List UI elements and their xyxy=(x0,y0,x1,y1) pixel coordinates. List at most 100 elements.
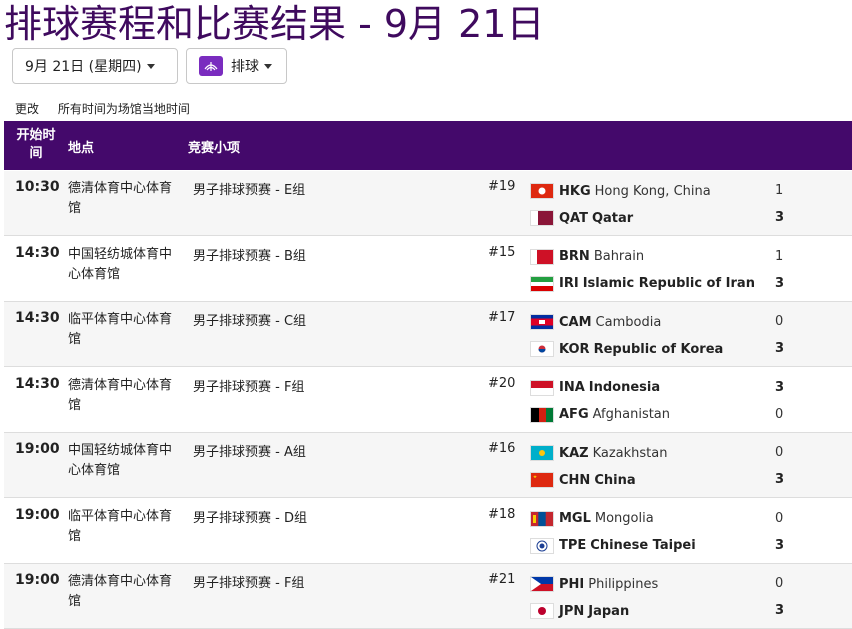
event-link[interactable]: 男子排球预赛 - B组 xyxy=(193,245,306,264)
team-1-score: 1 xyxy=(775,248,784,264)
chevron-down-icon xyxy=(264,63,272,69)
team-1-score: 1 xyxy=(775,183,784,198)
team-2[interactable]: JPN Japan xyxy=(530,601,629,621)
event-link[interactable]: 男子排球预赛 - D组 xyxy=(193,507,307,526)
chn-flag-icon xyxy=(530,472,554,488)
team-name: Qatar xyxy=(591,210,634,226)
event-link[interactable]: 男子排球预赛 - F组 xyxy=(193,376,304,395)
team-1[interactable]: PHI Philippines xyxy=(530,574,658,594)
chevron-down-icon xyxy=(146,63,155,69)
team-1[interactable]: KAZ Kazakhstan xyxy=(530,443,667,463)
venue-link[interactable]: 临平体育中心体育馆 xyxy=(68,507,180,547)
table-row[interactable]: 14:30 德清体育中心体育馆 男子排球预赛 - F组 #20 INA Indo… xyxy=(4,368,852,433)
team-1-score: 0 xyxy=(775,510,784,526)
event-link[interactable]: 男子排球预赛 - F组 xyxy=(193,572,304,591)
table-header: 开始时间 地点 竞赛小项 xyxy=(4,121,852,170)
team-2-score: 3 xyxy=(775,210,785,225)
match-number: #21 xyxy=(488,572,516,587)
header-event: 竞赛小项 xyxy=(188,141,241,156)
team-name: Bahrain xyxy=(593,249,645,264)
match-number: #15 xyxy=(488,244,516,260)
start-time: 10:30 xyxy=(15,179,60,195)
match-number: #18 xyxy=(488,506,516,522)
timezone-note: 所有时间为场馆当地时间 xyxy=(57,102,190,116)
team-name: Chinese Taipei xyxy=(590,538,696,553)
event-link[interactable]: 男子排球预赛 - E组 xyxy=(193,179,305,198)
team-code: INA xyxy=(559,380,585,395)
team-1[interactable]: INA Indonesia xyxy=(530,378,660,398)
sport-dropdown[interactable]: 排球 xyxy=(186,48,287,84)
event-link[interactable]: 男子排球预赛 - A组 xyxy=(193,441,306,460)
team-1[interactable]: MGL Mongolia xyxy=(530,509,654,529)
team-name: Cambodia xyxy=(595,314,662,330)
date-dropdown[interactable]: 9月 21日 (星期四) xyxy=(12,48,178,84)
team-code: AFG xyxy=(559,407,589,422)
team-name: Afghanistan xyxy=(592,407,671,422)
team-name: Kazakhstan xyxy=(592,445,668,461)
start-time: 19:00 xyxy=(15,441,60,457)
team-1-score: 0 xyxy=(775,314,784,329)
team-1[interactable]: BRN Bahrain xyxy=(530,247,644,267)
team-1[interactable]: HKG Hong Kong, China xyxy=(530,181,711,201)
team-2-score: 3 xyxy=(775,537,785,553)
team-name: Republic of Korea xyxy=(593,341,724,357)
start-time: 14:30 xyxy=(15,310,60,326)
team-name: China xyxy=(594,472,636,488)
header-venue: 地点 xyxy=(68,141,95,156)
venue-link[interactable]: 中国轻纺城体育中心体育馆 xyxy=(68,245,180,285)
tpe-flag-icon xyxy=(530,537,554,554)
event-link[interactable]: 男子排球预赛 - C组 xyxy=(193,310,306,329)
team-code: CHN xyxy=(559,472,591,488)
cam-flag-icon xyxy=(530,314,554,330)
sport-dropdown-label: 排球 xyxy=(231,59,259,75)
match-number: #16 xyxy=(488,441,516,456)
match-number: #19 xyxy=(488,179,516,194)
team-1-score: 3 xyxy=(775,379,785,395)
team-name: Japan xyxy=(588,603,630,619)
table-row[interactable]: 19:00 德清体育中心体育馆 男子排球预赛 - F组 #21 PHI Phil… xyxy=(4,564,852,629)
change-link[interactable]: 更改 xyxy=(15,102,39,116)
team-2[interactable]: AFG Afghanistan xyxy=(530,405,670,425)
qat-flag-icon xyxy=(530,210,554,226)
mgl-flag-icon xyxy=(530,510,554,527)
venue-link[interactable]: 德清体育中心体育馆 xyxy=(68,179,180,219)
team-code: KOR xyxy=(559,341,590,357)
table-row[interactable]: 19:00 中国轻纺城体育中心体育馆 男子排球预赛 - A组 #16 KAZ K… xyxy=(4,433,852,498)
table-row[interactable]: 19:00 临平体育中心体育馆 男子排球预赛 - D组 #18 MGL Mong… xyxy=(4,499,852,564)
kaz-flag-icon xyxy=(530,445,554,461)
team-2[interactable]: IRI Islamic Republic of Iran xyxy=(530,274,755,294)
team-2[interactable]: KOR Republic of Korea xyxy=(530,339,723,359)
team-1[interactable]: CAM Cambodia xyxy=(530,312,661,332)
match-number: #20 xyxy=(488,375,516,391)
team-2[interactable]: CHN China xyxy=(530,470,636,490)
table-row[interactable]: 14:30 中国轻纺城体育中心体育馆 男子排球预赛 - B组 #15 BRN B… xyxy=(4,237,852,302)
table-row[interactable]: 10:30 德清体育中心体育馆 男子排球预赛 - E组 #19 HKG Hong… xyxy=(4,171,852,236)
team-2[interactable]: TPE Chinese Taipei xyxy=(530,536,696,556)
hkg-flag-icon xyxy=(530,183,554,199)
team-2-score: 3 xyxy=(775,472,785,487)
team-code: CAM xyxy=(559,314,592,330)
team-code: MGL xyxy=(559,511,591,526)
header-time: 开始时间 xyxy=(16,128,56,161)
team-code: PHI xyxy=(559,576,585,592)
date-dropdown-label: 9月 21日 (星期四) xyxy=(25,59,142,75)
team-1-score: 0 xyxy=(775,445,784,460)
venue-link[interactable]: 中国轻纺城体育中心体育馆 xyxy=(68,441,180,481)
team-name: Indonesia xyxy=(588,380,661,395)
start-time: 14:30 xyxy=(15,244,60,261)
team-2-score: 3 xyxy=(775,603,785,618)
table-row[interactable]: 14:30 临平体育中心体育馆 男子排球预赛 - C组 #17 CAM Camb… xyxy=(4,302,852,367)
team-2-score: 3 xyxy=(775,341,785,356)
team-name: Mongolia xyxy=(594,511,654,526)
team-2[interactable]: QAT Qatar xyxy=(530,208,633,228)
venue-link[interactable]: 临平体育中心体育馆 xyxy=(68,310,180,350)
jpn-flag-icon xyxy=(530,603,554,619)
team-2-score: 0 xyxy=(775,406,784,422)
team-code: TPE xyxy=(559,538,587,553)
venue-link[interactable]: 德清体育中心体育馆 xyxy=(68,376,180,416)
team-1-score: 0 xyxy=(775,576,784,591)
team-code: KAZ xyxy=(559,445,589,461)
start-time: 14:30 xyxy=(15,375,60,392)
afg-flag-icon xyxy=(530,406,554,423)
venue-link[interactable]: 德清体育中心体育馆 xyxy=(68,572,180,612)
